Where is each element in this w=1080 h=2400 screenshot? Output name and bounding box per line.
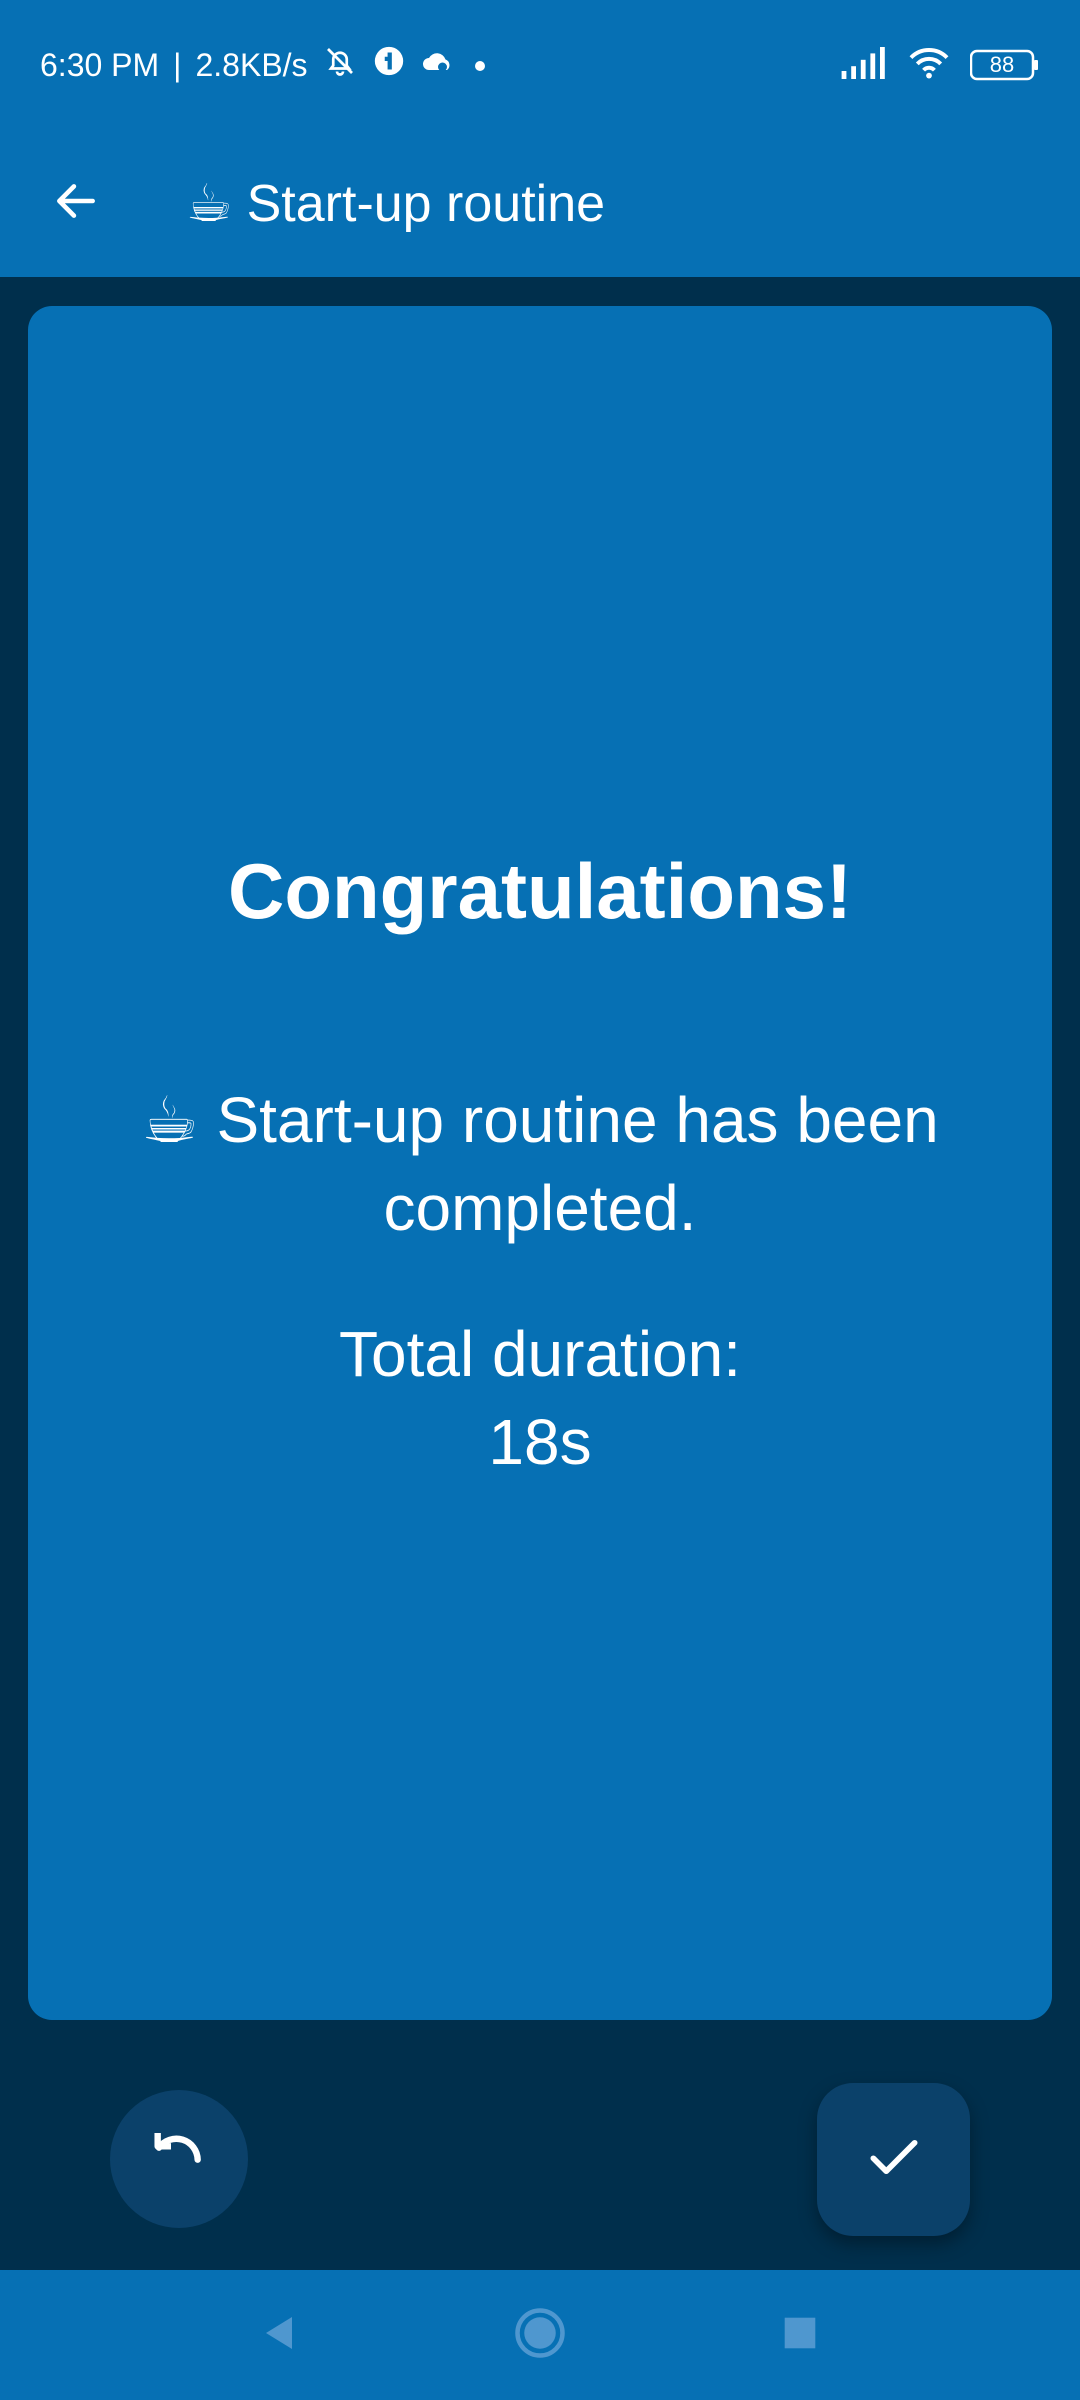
battery-icon: 88 [970,49,1040,81]
battery-level: 88 [989,52,1015,77]
undo-icon [147,2125,211,2194]
status-right: 88 [840,45,1040,86]
done-button[interactable] [817,2083,970,2236]
status-separator: | [173,46,182,83]
signal-icon [840,46,888,84]
completion-message: ☕ Start-up routine has been completed. [108,1076,972,1252]
status-left: 6:30 PM | 2.8KB/s [40,43,490,87]
back-button[interactable] [36,164,116,244]
nav-home-icon [513,2306,567,2365]
cloud-icon [420,45,456,85]
nav-recents-button[interactable] [765,2300,835,2370]
page-title-text: Start-up routine [246,174,606,233]
check-icon [863,2126,925,2193]
bell-off-icon [322,43,358,87]
status-bar: 6:30 PM | 2.8KB/s 88 [0,0,1080,130]
status-time: 6:30 PM [40,46,160,83]
wifi-icon [906,45,952,86]
dot-icon [470,47,490,84]
coffee-icon: ☕ [141,1084,199,1156]
total-duration-value: 18s [488,1406,592,1478]
completion-card: Congratulations! ☕ Start-up routine has … [28,306,1052,2020]
arrow-left-icon [51,176,101,231]
nav-home-button[interactable] [505,2300,575,2370]
congratulations-heading: Congratulations! [228,847,852,935]
total-duration-label: Total duration: [338,1318,742,1390]
nav-back-button[interactable] [245,2300,315,2370]
undo-button[interactable] [110,2090,248,2228]
app-bar: ☕ Start-up routine [0,130,1080,277]
page-title: ☕ Start-up routine [186,174,605,234]
system-nav-bar [0,2270,1080,2400]
coffee-icon: ☕ [186,174,233,233]
app-icon [372,44,406,86]
nav-recents-icon [783,2316,817,2355]
status-speed: 2.8KB/s [195,46,308,83]
completion-text: Start-up routine has been completed. [216,1084,939,1244]
nav-back-icon [260,2313,300,2358]
